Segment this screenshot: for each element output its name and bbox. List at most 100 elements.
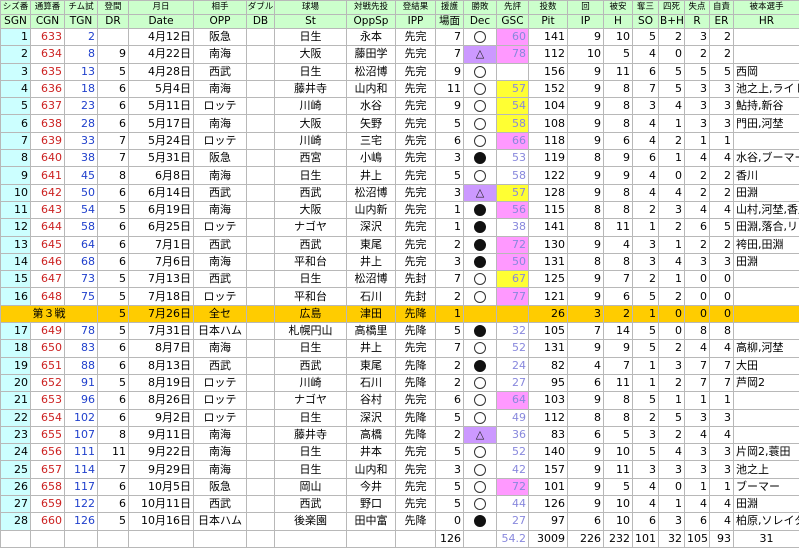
cell-dr: 5 [98, 513, 129, 530]
cell-oppsp: 井上 [347, 167, 396, 184]
cell-ip: 7 [568, 323, 604, 340]
cell-db [247, 29, 275, 46]
cell-date: 7月13日 [129, 271, 194, 288]
cell-pit: 104 [529, 98, 568, 115]
cell-tgn: 23 [65, 98, 98, 115]
cell-dec [464, 374, 497, 391]
cell-ipp: 先完 [396, 444, 436, 461]
cell-ba: 0 [436, 513, 464, 530]
table-row: 106425066月14日西武西武松沼博先完3△57128984422田淵 [1, 184, 799, 201]
cell-db [247, 513, 275, 530]
win-circle-icon [474, 31, 486, 43]
cell-hr: 山村,河埜,香川 [734, 201, 799, 218]
cell-oppsp: 深沢 [347, 409, 396, 426]
cell-so: 4 [633, 167, 659, 184]
cell-er: 4 [710, 496, 734, 513]
cell-st: 平和台 [275, 288, 347, 305]
total-gsc: 54.2 [497, 530, 529, 547]
cell-bh: 0 [659, 167, 685, 184]
cell-dr: 11 [98, 444, 129, 461]
cell-st: 岡山 [275, 478, 347, 495]
total-ba: 126 [436, 530, 464, 547]
cell-ip: 9 [568, 496, 604, 513]
cell-pit: 141 [529, 29, 568, 46]
table-row: 216539668月26日ロッテナゴヤ谷村先完664103985111 [1, 392, 799, 409]
cell-tgn: 18 [65, 80, 98, 97]
loss-circle-icon [474, 325, 486, 337]
table-row: 166487557月18日ロッテ平和台石川先封277121965200 [1, 288, 799, 305]
cell-so: 5 [633, 444, 659, 461]
cell-dec [464, 219, 497, 236]
cell-dec: △ [464, 46, 497, 63]
allstar-cell: 0 [685, 305, 710, 322]
total-er: 93 [710, 530, 734, 547]
cell-er: 3 [710, 98, 734, 115]
cell-bh: 1 [659, 115, 685, 132]
cell-oppsp: 矢野 [347, 115, 396, 132]
cell-r: 7 [685, 357, 710, 374]
cell-dec [464, 115, 497, 132]
loss-circle-icon [474, 515, 486, 527]
cell-dr: 6 [98, 409, 129, 426]
header-en-cell: OppSp [347, 15, 396, 29]
cell-date: 5月24日 [129, 132, 194, 149]
cell-h: 8 [604, 253, 633, 270]
cell-r: 1 [685, 392, 710, 409]
cell-ip: 9 [568, 271, 604, 288]
table-row: 24656111119月22日南海日生井本先完5521409105433片岡2,… [1, 444, 799, 461]
cell-db [247, 323, 275, 340]
cell-r: 3 [685, 409, 710, 426]
cell-r: 2 [685, 167, 710, 184]
total-ip: 226 [568, 530, 604, 547]
table-row: 86403875月31日阪急西宮小嶋先完353119896144水谷,ブーマー [1, 150, 799, 167]
cell-bh: 4 [659, 98, 685, 115]
cell-oppsp: 高橋里 [347, 323, 396, 340]
header-jp-cell: 奪三 [633, 1, 659, 15]
cell-date: 7月18日 [129, 288, 194, 305]
cell-ipp: 先完 [396, 46, 436, 63]
cell-ba: 3 [436, 150, 464, 167]
cell-gsc: 42 [497, 461, 529, 478]
cell-so: 4 [633, 496, 659, 513]
cell-st: 札幌円山 [275, 323, 347, 340]
cell-h: 10 [604, 29, 633, 46]
cell-st: ナゴヤ [275, 392, 347, 409]
cell-bh: 2 [659, 219, 685, 236]
cell-so: 5 [633, 29, 659, 46]
cell-db [247, 461, 275, 478]
table-row: 163324月12日阪急日生永本先完7601419105232 [1, 29, 799, 46]
cell-bh: 4 [659, 253, 685, 270]
header-jp-cell: 回 [568, 1, 604, 15]
cell-st: 西武 [275, 236, 347, 253]
cell-opp: 南海 [194, 461, 247, 478]
table-row: 2265410269月2日ロッテ日生深沢先降549112882533 [1, 409, 799, 426]
cell-bh: 3 [659, 357, 685, 374]
total-h: 232 [604, 530, 633, 547]
cell-tgn: 96 [65, 392, 98, 409]
cell-pit: 112 [529, 409, 568, 426]
cell-gsc: 78 [497, 46, 529, 63]
table-row: 76393375月24日ロッテ川崎三宅先完666118964211 [1, 132, 799, 149]
cell-so: 1 [633, 374, 659, 391]
cell-st: 日生 [275, 444, 347, 461]
cell-dr: 6 [98, 184, 129, 201]
cell-date: 7月31日 [129, 323, 194, 340]
header-jp-cell: 自責 [710, 1, 734, 15]
cell-db [247, 46, 275, 63]
cell-ip: 9 [568, 340, 604, 357]
cell-ipp: 先降 [396, 513, 436, 530]
total-ipp [396, 530, 436, 547]
cell-tgn: 2 [65, 29, 98, 46]
cell-db [247, 392, 275, 409]
allstar-cell: 7月26日 [129, 305, 194, 322]
cell-h: 6 [604, 288, 633, 305]
cell-oppsp: 石川 [347, 374, 396, 391]
cell-pit: 121 [529, 288, 568, 305]
cell-tgn: 126 [65, 513, 98, 530]
cell-st: 藤井寺 [275, 426, 347, 443]
cell-db [247, 271, 275, 288]
cell-opp: 西武 [194, 357, 247, 374]
cell-date: 9月2日 [129, 409, 194, 426]
cell-tgn: 117 [65, 478, 98, 495]
cell-db [247, 63, 275, 80]
